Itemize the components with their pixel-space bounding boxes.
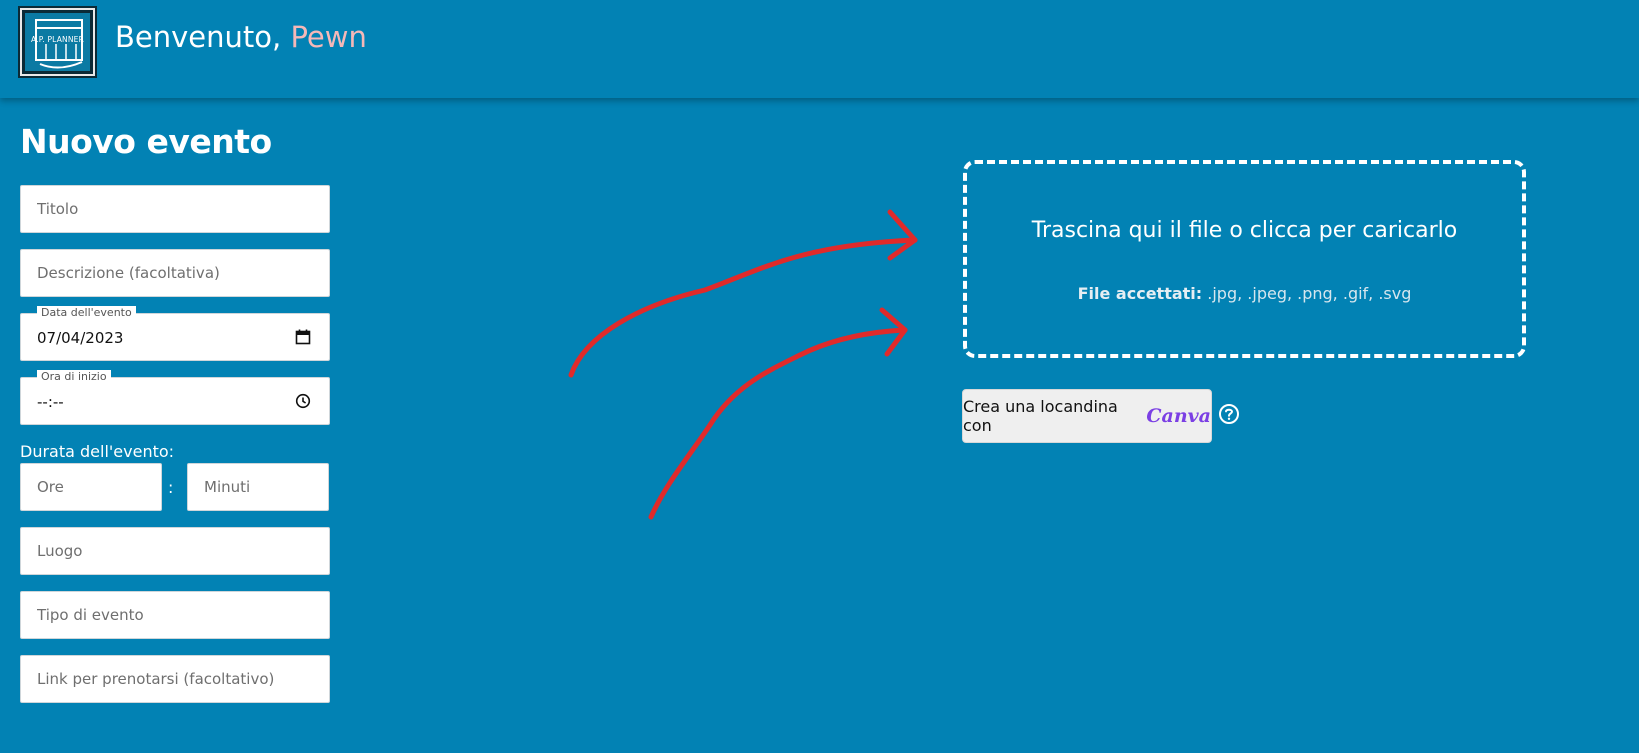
lower-arrow-shaft: [648, 327, 908, 520]
accepted-types: .jpg, .jpeg, .png, .gif, .svg: [1207, 284, 1412, 303]
accepted-file-types: File accettati: .jpg, .jpeg, .png, .gif,…: [967, 284, 1522, 303]
start-time-label: Ora di inizio: [37, 370, 111, 384]
welcome-username: Pewn: [290, 20, 367, 54]
upper-arrow-shaft: [568, 237, 918, 378]
calendar-icon[interactable]: [295, 329, 311, 345]
date-label: Data dell'evento: [37, 306, 136, 320]
app-logo[interactable]: A.P. PLANNER: [18, 6, 97, 78]
title-input[interactable]: [21, 186, 329, 232]
canva-button-label: Crea una locandina con: [963, 397, 1118, 435]
date-value[interactable]: 07/04/2023: [37, 329, 123, 347]
logo-text: A.P. PLANNER: [30, 35, 85, 44]
minutes-input[interactable]: [188, 464, 328, 510]
booking-link-field[interactable]: [20, 655, 330, 703]
welcome-message: Benvenuto, Pewn: [115, 20, 367, 54]
upper-arrow-head: [887, 209, 918, 261]
hours-field[interactable]: [20, 463, 162, 511]
logo-background: A.P. PLANNER: [25, 13, 90, 71]
logo-building-icon: [35, 19, 83, 69]
date-field[interactable]: Data dell'evento 07/04/2023: [20, 306, 330, 361]
dropzone-title: Trascina qui il file o clicca per carica…: [1031, 218, 1458, 243]
start-time-field[interactable]: Ora di inizio --:--: [20, 370, 330, 425]
start-time-value[interactable]: --:--: [37, 393, 64, 411]
header: A.P. PLANNER Benvenuto, Pewn: [0, 0, 1639, 98]
title-field[interactable]: [20, 185, 330, 233]
canva-logo: Canva: [1146, 405, 1211, 427]
minutes-field[interactable]: [187, 463, 329, 511]
file-dropzone[interactable]: Trascina qui il file o clicca per carica…: [963, 160, 1526, 358]
hours-input[interactable]: [21, 464, 161, 510]
description-field[interactable]: [20, 249, 330, 297]
welcome-greeting: Benvenuto,: [115, 20, 282, 54]
create-canva-poster-button[interactable]: Crea una locandina con Canva: [962, 389, 1212, 443]
form-title: Nuovo evento: [20, 122, 272, 161]
lower-arrow-head: [879, 307, 908, 357]
duration-label: Durata dell'evento:: [20, 442, 175, 461]
booking-link-input[interactable]: [21, 656, 329, 702]
description-input[interactable]: [21, 250, 329, 296]
clock-icon[interactable]: [295, 393, 311, 409]
location-input[interactable]: [21, 528, 329, 574]
location-field[interactable]: [20, 527, 330, 575]
event-type-field[interactable]: [20, 591, 330, 639]
event-type-input[interactable]: [21, 592, 329, 638]
accepted-label: File accettati:: [1077, 284, 1203, 303]
duration-separator: :: [168, 478, 174, 497]
help-icon[interactable]: [1218, 403, 1240, 425]
